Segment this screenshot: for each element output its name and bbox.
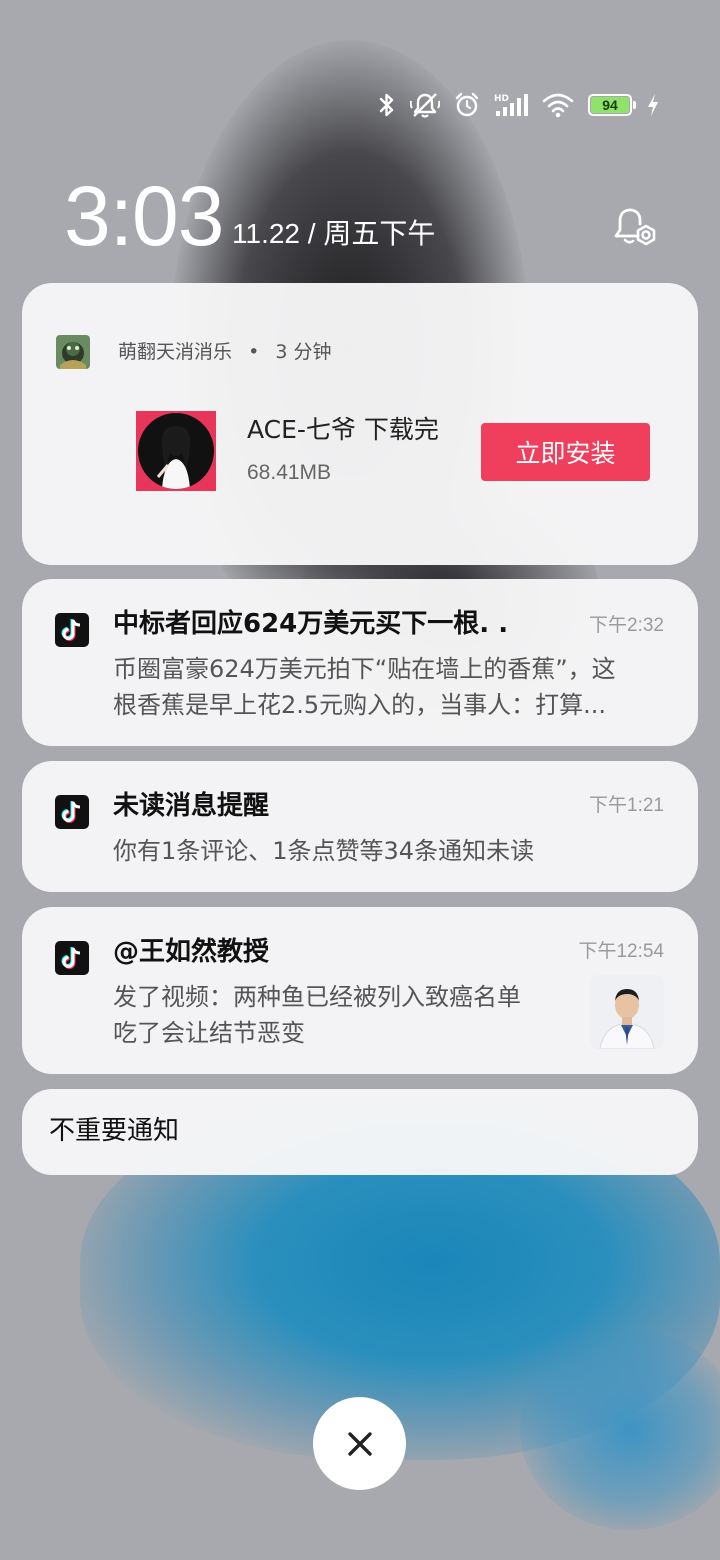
charging-icon (646, 90, 660, 120)
alarm-icon (454, 90, 480, 120)
news-title: 中标者回应624万美元买下一根. . (113, 609, 509, 639)
unimportant-label: 不重要通知 (49, 1116, 180, 1146)
notification-settings-icon[interactable] (612, 206, 660, 254)
news-time: 下午2:32 (589, 615, 664, 636)
video-body-line2: 吃了会让结节恶变 (113, 1019, 305, 1047)
unread-title: 未读消息提醒 (113, 791, 270, 821)
wifi-icon (542, 90, 574, 120)
hd-signal-icon: HD (494, 90, 528, 120)
news-body-line1: 币圈富豪624万美元拍下“贴在墙上的香蕉”，这 (113, 655, 616, 683)
separator-dot: • (248, 341, 260, 363)
tiktok-icon (55, 613, 89, 647)
downloaded-app-avatar (136, 411, 216, 491)
download-notification-card[interactable]: 萌翻天消消乐 • 3 分钟 ACE-七爷 下载完 68.41MB 立即安装 (22, 283, 698, 565)
news-body-line2: 根香蕉是早上花2.5元购入的，当事人：打算... (113, 691, 607, 719)
video-author: @王如然教授 (113, 937, 270, 967)
mute-icon (410, 90, 440, 120)
video-body: 发了视频：两种鱼已经被列入致癌名单 吃了会让结节恶变 (113, 979, 583, 1051)
clear-notifications-button[interactable] (313, 1397, 406, 1490)
status-bar: HD 94 (378, 90, 660, 120)
tiktok-icon (55, 795, 89, 829)
download-title: ACE-七爷 下载完 (247, 415, 439, 444)
game-app-icon (56, 335, 90, 369)
lockscreen-clock: 3:03 (64, 169, 224, 263)
lockscreen-date: 11.22 / 周五下午 (232, 218, 436, 249)
video-thumbnail (590, 975, 664, 1049)
video-body-line1: 发了视频：两种鱼已经被列入致癌名单 (113, 983, 521, 1011)
bluetooth-icon (378, 90, 396, 120)
battery-level: 94 (591, 97, 629, 113)
unread-notification-card[interactable]: 未读消息提醒 下午1:21 你有1条评论、1条点赞等34条通知未读 (22, 761, 698, 892)
tiktok-icon (55, 941, 89, 975)
svg-text:HD: HD (494, 94, 509, 104)
app-name-label: 萌翻天消消乐 (118, 341, 233, 363)
unimportant-notifications-card[interactable]: 不重要通知 (22, 1089, 698, 1175)
video-time: 下午12:54 (578, 941, 664, 962)
battery-icon: 94 (588, 94, 636, 116)
close-icon (347, 1431, 372, 1456)
install-now-button[interactable]: 立即安装 (481, 423, 650, 481)
unread-body: 你有1条评论、1条点赞等34条通知未读 (113, 837, 535, 865)
notification-source: 萌翻天消消乐 • 3 分钟 (118, 339, 331, 365)
download-size: 68.41MB (247, 461, 332, 484)
news-notification-card[interactable]: 中标者回应624万美元买下一根. . 下午2:32 币圈富豪624万美元拍下“贴… (22, 579, 698, 746)
notification-age: 3 分钟 (275, 341, 332, 363)
video-notification-card[interactable]: @王如然教授 下午12:54 发了视频：两种鱼已经被列入致癌名单 吃了会让结节恶… (22, 907, 698, 1074)
unread-time: 下午1:21 (589, 795, 664, 816)
news-body: 币圈富豪624万美元拍下“贴在墙上的香蕉”，这 根香蕉是早上花2.5元购入的，当… (113, 651, 669, 723)
